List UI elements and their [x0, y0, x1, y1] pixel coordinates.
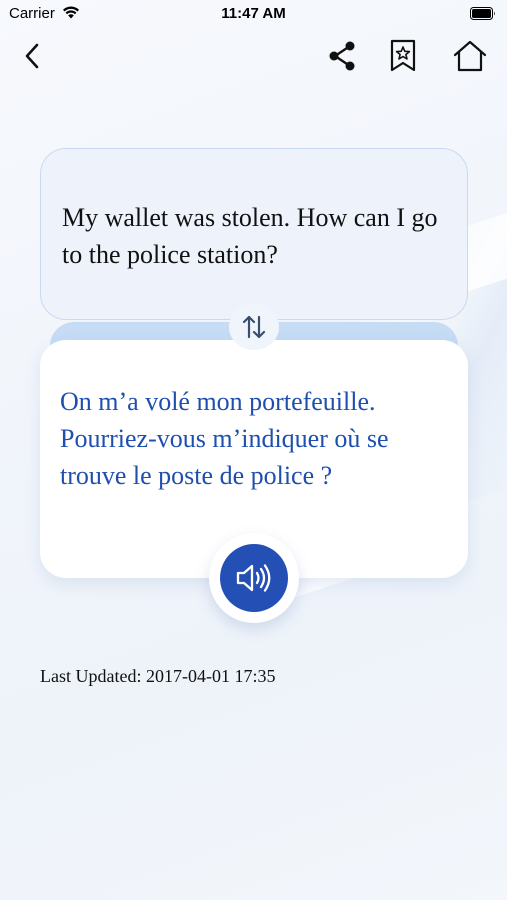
bookmark-button[interactable] — [383, 36, 423, 76]
status-bar: Carrier 11:47 AM — [0, 0, 507, 30]
last-updated-label: Last Updated: 2017-04-01 17:35 — [40, 666, 276, 686]
swap-languages-button[interactable] — [229, 304, 279, 350]
speaker-icon — [236, 564, 271, 592]
bookmark-star-icon — [390, 39, 416, 72]
play-audio-button[interactable] — [220, 544, 288, 612]
battery-icon — [470, 7, 495, 20]
source-text-card: My wallet was stolen. How can I go to th… — [40, 148, 468, 320]
clock: 11:47 AM — [221, 5, 286, 22]
source-sentence: My wallet was stolen. How can I go to th… — [62, 203, 438, 269]
back-button[interactable] — [12, 36, 52, 76]
share-button[interactable] — [322, 36, 362, 76]
back-chevron-icon — [25, 43, 39, 69]
swap-arrows-icon — [242, 315, 266, 339]
home-icon — [453, 40, 487, 72]
translated-sentence: On m’a volé mon portefeuille. Pourriez-v… — [60, 387, 389, 490]
home-button[interactable] — [450, 36, 490, 76]
share-icon — [329, 41, 355, 71]
